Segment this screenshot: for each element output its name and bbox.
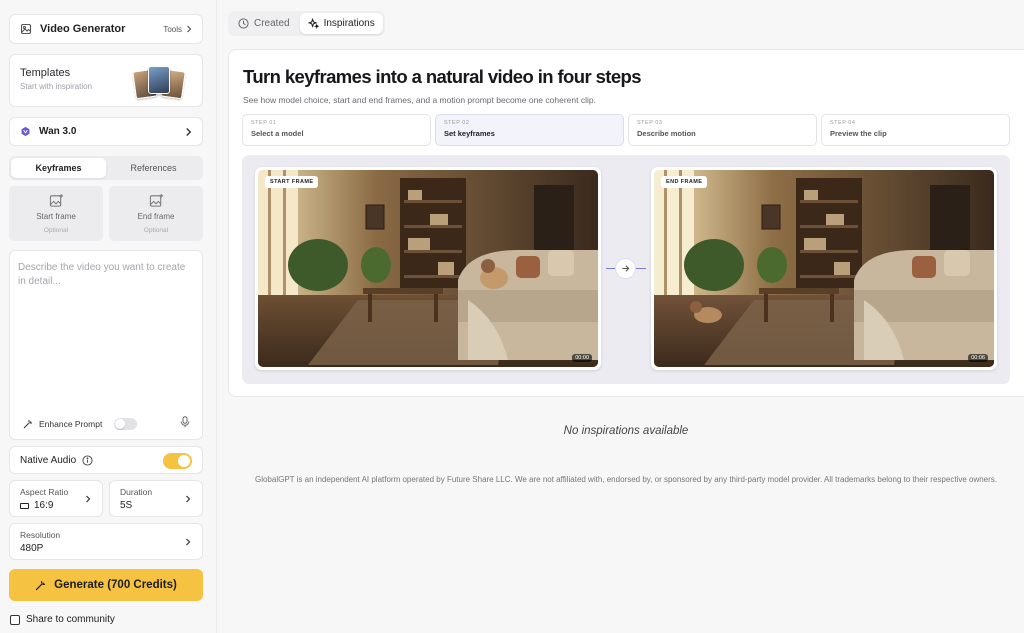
- aspect-ratio-selector[interactable]: Aspect Ratio 16:9: [9, 480, 103, 517]
- info-icon[interactable]: [82, 454, 93, 466]
- end-frame-badge: END FRAME: [661, 176, 708, 188]
- tab-keyframes[interactable]: Keyframes: [11, 158, 106, 178]
- end-frame-label: End frame: [137, 212, 175, 221]
- tools-link[interactable]: Tools: [163, 25, 192, 34]
- templates-card[interactable]: Templates Start with inspiration: [9, 54, 203, 107]
- start-frame-upload[interactable]: Start frame Optional: [9, 186, 103, 241]
- prompt-input[interactable]: [18, 261, 194, 401]
- duration-label: Duration: [120, 487, 153, 497]
- share-community-option[interactable]: Share to community: [10, 614, 115, 625]
- keyframes-guide-panel: Turn keyframes into a natural video in f…: [228, 49, 1024, 397]
- aspect-ratio-label: Aspect Ratio: [20, 487, 69, 497]
- aspect-ratio-icon: [20, 502, 29, 509]
- view-tabs: Created Inspirations: [228, 11, 385, 36]
- step-number: STEP 04: [830, 120, 856, 126]
- start-frame-badge: START FRAME: [265, 176, 319, 188]
- step-title: Preview the clip: [830, 129, 887, 138]
- step-title: Select a model: [251, 129, 304, 138]
- step-3[interactable]: STEP 03 Describe motion: [628, 114, 817, 146]
- templates-thumbnails: [132, 65, 186, 100]
- chevron-right-icon: [186, 127, 192, 136]
- duration-selector[interactable]: Duration 5S: [109, 480, 203, 517]
- native-audio-row: Native Audio: [9, 446, 203, 474]
- start-frame-image: START FRAME 00:00: [258, 170, 598, 367]
- step-title: Set keyframes: [444, 129, 495, 138]
- resolution-selector[interactable]: Resolution 480P: [9, 523, 203, 560]
- sparkle-icon: [307, 18, 319, 29]
- end-frame-preview: END FRAME 00:06: [651, 167, 997, 370]
- start-frame-label: Start frame: [36, 212, 76, 221]
- empty-state-message: No inspirations available: [563, 425, 689, 437]
- end-frame-upload[interactable]: End frame Optional: [109, 186, 203, 241]
- start-frame-time: 00:00: [572, 354, 592, 362]
- microphone-icon[interactable]: [180, 416, 190, 428]
- step-number: STEP 02: [444, 120, 470, 126]
- enhance-prompt-label: Enhance Prompt: [39, 419, 103, 429]
- step-4[interactable]: STEP 04 Preview the clip: [821, 114, 1010, 146]
- tab-created[interactable]: Created: [230, 13, 298, 34]
- generate-button[interactable]: Generate (700 Credits): [9, 569, 203, 601]
- chevron-right-icon: [187, 25, 192, 33]
- app-title: Video Generator: [40, 23, 126, 35]
- enhance-prompt-toggle[interactable]: [114, 418, 138, 430]
- aspect-ratio-value: 16:9: [34, 500, 54, 511]
- prompt-box: Enhance Prompt: [9, 250, 203, 440]
- step-number: STEP 01: [251, 120, 277, 126]
- chevron-right-icon: [186, 495, 191, 503]
- add-image-icon: [49, 193, 63, 207]
- step-1[interactable]: STEP 01 Select a model: [242, 114, 431, 146]
- arrow-right-icon: [622, 265, 630, 272]
- resolution-label: Resolution: [20, 530, 61, 540]
- legal-disclaimer: GlobalGPT is an independent AI platform …: [254, 475, 998, 484]
- step-2[interactable]: STEP 02 Set keyframes: [435, 114, 624, 146]
- end-frame-time: 00:06: [968, 354, 988, 362]
- chevron-right-icon: [186, 538, 191, 546]
- tools-label: Tools: [163, 24, 182, 34]
- add-image-icon: [149, 193, 163, 207]
- mode-tabs: Keyframes References: [9, 156, 203, 180]
- step-title: Describe motion: [637, 129, 696, 138]
- magic-wand-icon: [23, 420, 32, 429]
- magic-wand-icon: [35, 580, 46, 590]
- duration-value: 5S: [120, 500, 133, 511]
- next-frame-button[interactable]: [615, 258, 636, 279]
- guide-title: Turn keyframes into a natural video in f…: [243, 66, 642, 87]
- resolution-value: 480P: [20, 543, 44, 554]
- wan-logo-icon: [21, 126, 30, 137]
- keyframes-stage: START FRAME 00:00 END FRAME 00:06: [242, 155, 1010, 384]
- start-frame-hint: Optional: [43, 227, 69, 234]
- sidebar-divider: [216, 0, 217, 633]
- guide-subtitle: See how model choice, start and end fram…: [243, 95, 596, 105]
- tab-inspirations[interactable]: Inspirations: [299, 13, 383, 34]
- app-header[interactable]: Video Generator Tools: [9, 14, 203, 44]
- tab-inspirations-label: Inspirations: [323, 18, 375, 29]
- start-frame-preview: START FRAME 00:00: [255, 167, 601, 370]
- model-selector[interactable]: Wan 3.0: [9, 117, 203, 146]
- clock-icon: [238, 18, 249, 29]
- generate-label: Generate (700 Credits): [54, 579, 177, 591]
- tab-created-label: Created: [254, 18, 290, 29]
- model-name: Wan 3.0: [39, 126, 77, 137]
- step-number: STEP 03: [637, 120, 663, 126]
- film-icon: [20, 23, 32, 35]
- tab-references[interactable]: References: [106, 158, 201, 178]
- end-frame-hint: Optional: [143, 227, 169, 234]
- chevron-right-icon: [86, 495, 91, 503]
- end-frame-image: END FRAME 00:06: [654, 170, 994, 367]
- native-audio-label: Native Audio: [20, 454, 77, 466]
- share-checkbox[interactable]: [10, 614, 20, 625]
- native-audio-toggle[interactable]: [163, 453, 192, 469]
- share-label: Share to community: [26, 614, 115, 625]
- enhance-prompt-row: Enhance Prompt: [23, 418, 138, 430]
- steps-bar: STEP 01 Select a model STEP 02 Set keyfr…: [242, 114, 1010, 146]
- sidebar: Video Generator Tools Templates Start wi…: [0, 0, 212, 633]
